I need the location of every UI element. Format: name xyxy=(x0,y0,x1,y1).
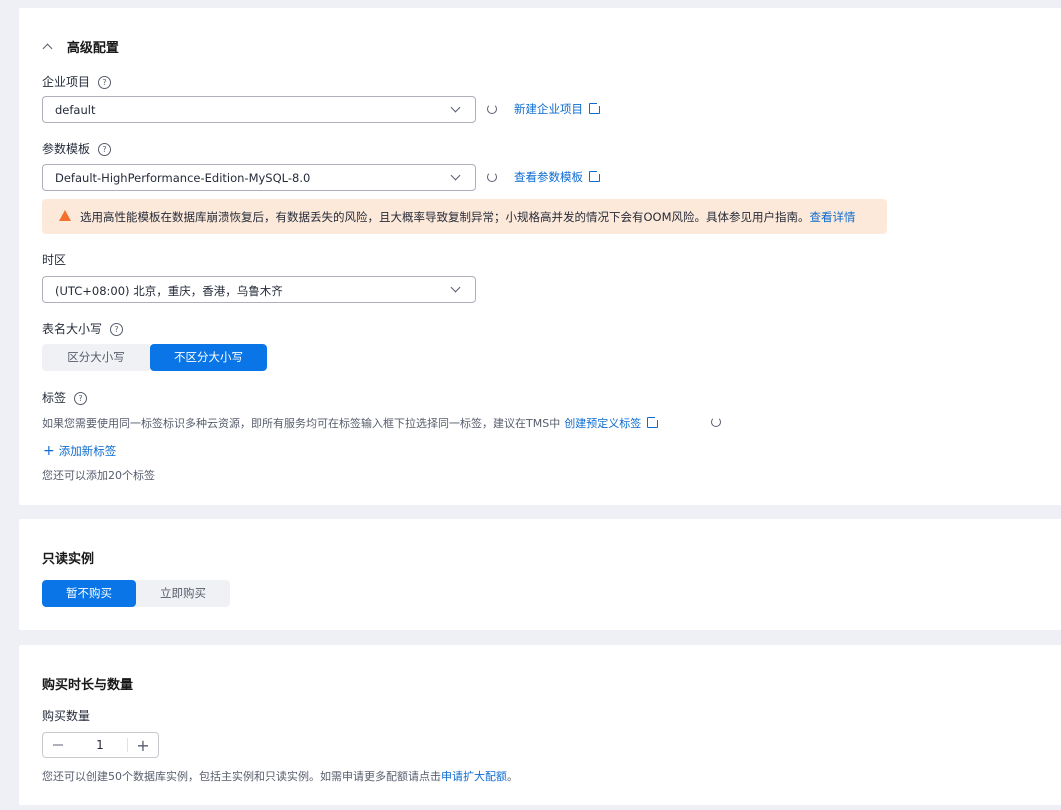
quantity-input[interactable]: 1 xyxy=(73,738,127,752)
create-predefined-tag-link[interactable]: 创建预定义标签 xyxy=(564,417,641,430)
view-details-link[interactable]: 查看详情 xyxy=(810,210,856,224)
no-purchase-option[interactable]: 暂不购买 xyxy=(42,580,136,607)
plus-icon: + xyxy=(43,443,55,459)
new-enterprise-project-text: 新建企业项目 xyxy=(514,102,583,116)
collapse-advanced[interactable]: 高级配置 xyxy=(42,37,119,56)
new-enterprise-project-link[interactable]: 新建企业项目 xyxy=(514,101,602,117)
warning-text: 选用高性能模板在数据库崩溃恢复后，有数据丢失的风险，且大概率导致复制异常；小规格… xyxy=(80,210,810,224)
help-icon[interactable]: ? xyxy=(98,76,112,89)
param-template-value: Default-HighPerformance-Edition-MySQL-8.… xyxy=(55,171,311,185)
warning-icon xyxy=(59,210,71,221)
quota-note-text: 您还可以创建50个数据库实例，包括主实例和只读实例。如需申请更多配额请点击 xyxy=(42,770,441,783)
increment-button[interactable]: + xyxy=(128,733,158,757)
refresh-icon[interactable] xyxy=(487,172,497,182)
chevron-down-icon xyxy=(450,102,461,113)
quota-note: 您还可以创建50个数据库实例，包括主实例和只读实例。如需申请更多配额请点击申请扩… xyxy=(42,768,518,784)
view-param-template-link[interactable]: 查看参数模板 xyxy=(514,169,602,185)
enterprise-project-label-text: 企业项目 xyxy=(42,75,91,89)
quantity-label: 购买数量 xyxy=(42,709,91,723)
tags-remaining: 您还可以添加20个标签 xyxy=(42,469,155,482)
readonly-title: 只读实例 xyxy=(42,552,95,567)
case-sensitivity-toggle: 区分大小写 不区分大小写 xyxy=(42,344,267,371)
refresh-icon[interactable] xyxy=(487,104,497,114)
enterprise-project-label: 企业项目? xyxy=(42,73,112,90)
minus-icon xyxy=(53,744,63,746)
enterprise-project-select[interactable]: default xyxy=(42,96,476,123)
help-icon[interactable]: ? xyxy=(110,323,124,336)
enterprise-project-value: default xyxy=(55,103,96,117)
readonly-toggle: 暂不购买 立即购买 xyxy=(42,580,230,607)
tags-description: 如果您需要使用同一标签标识多种云资源，即所有服务均可在标签输入框下拉选择同一标签… xyxy=(42,415,661,431)
decrement-button[interactable] xyxy=(43,733,73,757)
timezone-select[interactable]: (UTC+08:00) 北京，重庆，香港，乌鲁木齐 xyxy=(42,276,476,303)
param-template-select[interactable]: Default-HighPerformance-Edition-MySQL-8.… xyxy=(42,164,476,191)
case-sensitive-option[interactable]: 区分大小写 xyxy=(42,344,150,371)
readonly-instance-card xyxy=(19,519,1061,630)
timezone-value: (UTC+08:00) 北京，重庆，香港，乌鲁木齐 xyxy=(55,284,283,298)
buy-now-option[interactable]: 立即购买 xyxy=(136,580,230,607)
timezone-label: 时区 xyxy=(42,253,67,267)
tags-label-text: 标签 xyxy=(42,391,67,405)
param-template-label: 参数模板? xyxy=(42,140,112,157)
chevron-up-icon xyxy=(42,43,53,54)
help-icon[interactable]: ? xyxy=(98,143,112,156)
param-template-label-text: 参数模板 xyxy=(42,142,91,156)
help-icon[interactable]: ? xyxy=(74,392,88,405)
case-insensitive-option[interactable]: 不区分大小写 xyxy=(150,344,267,371)
tags-label: 标签? xyxy=(42,389,88,406)
performance-warning-alert: 选用高性能模板在数据库崩溃恢复后，有数据丢失的风险，且大概率导致复制异常；小规格… xyxy=(42,199,887,234)
request-quota-link[interactable]: 申请扩大配额 xyxy=(441,770,507,783)
quota-note-end: 。 xyxy=(507,770,518,783)
chevron-down-icon xyxy=(450,170,461,181)
purchase-title: 购买时长与数量 xyxy=(42,678,134,693)
tags-description-text: 如果您需要使用同一标签标识多种云资源，即所有服务均可在标签输入框下拉选择同一标签… xyxy=(42,417,561,430)
case-sensitivity-label-text: 表名大小写 xyxy=(42,322,103,336)
external-link-icon xyxy=(589,169,602,182)
add-tag-button[interactable]: + 添加新标签 xyxy=(43,443,116,459)
refresh-icon[interactable] xyxy=(711,417,721,427)
view-param-template-text: 查看参数模板 xyxy=(514,170,583,184)
quantity-stepper: 1 + xyxy=(42,732,159,758)
plus-icon: + xyxy=(136,735,150,755)
advanced-config-title: 高级配置 xyxy=(66,41,119,56)
add-tag-label: 添加新标签 xyxy=(58,444,117,458)
external-link-icon xyxy=(647,415,661,428)
external-link-icon xyxy=(589,101,602,114)
chevron-down-icon xyxy=(450,282,461,293)
case-sensitivity-label: 表名大小写? xyxy=(42,320,124,337)
